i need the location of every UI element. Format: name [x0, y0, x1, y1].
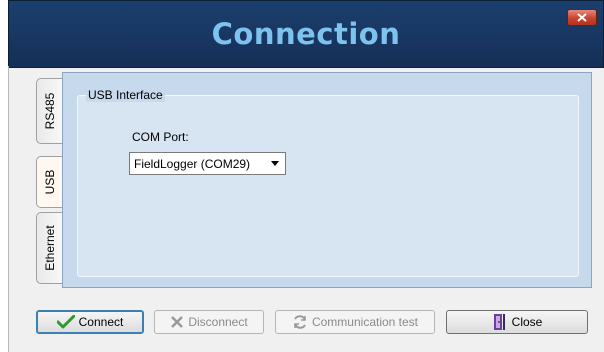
tab-usb-label: USB — [42, 169, 57, 195]
connection-window: Connection RS485 USB Ethernet USB Interf… — [8, 0, 604, 352]
communication-test-label: Communication test — [311, 315, 419, 329]
check-icon — [56, 315, 75, 329]
disconnect-label: Disconnect — [188, 315, 248, 329]
com-port-select[interactable]: FieldLogger (COM29) — [129, 152, 286, 175]
window-border — [8, 66, 9, 352]
close-label: Close — [511, 315, 543, 329]
close-button[interactable]: Close — [446, 310, 588, 334]
usb-panel: USB Interface COM Port: FieldLogger (COM… — [62, 72, 592, 288]
com-port-value: FieldLogger (COM29) — [134, 157, 251, 171]
tab-rs485[interactable]: RS485 — [36, 78, 62, 144]
usb-interface-group: USB Interface COM Port: FieldLogger (COM… — [77, 88, 579, 277]
close-icon — [577, 13, 587, 22]
window-close-button[interactable] — [567, 9, 597, 26]
communication-test-button[interactable]: Communication test — [275, 310, 435, 334]
refresh-icon — [292, 314, 308, 330]
tab-usb[interactable]: USB — [36, 156, 62, 208]
window-title: Connection — [211, 17, 401, 51]
tab-ethernet-label: Ethernet — [42, 225, 57, 271]
interface-tabs: RS485 USB Ethernet USB Interface COM Por… — [36, 72, 592, 288]
x-icon — [170, 315, 184, 329]
dropdown-arrow-icon[interactable] — [267, 155, 283, 172]
door-exit-icon — [492, 313, 508, 331]
tab-ethernet[interactable]: Ethernet — [36, 212, 62, 284]
connect-button[interactable]: Connect — [36, 310, 144, 334]
title-bar: Connection — [8, 0, 604, 68]
disconnect-button[interactable]: Disconnect — [154, 310, 264, 334]
tab-rs485-label: RS485 — [42, 92, 57, 130]
connect-label: Connect — [78, 315, 124, 329]
com-port-label: COM Port: — [132, 130, 189, 144]
group-title: USB Interface — [86, 88, 165, 102]
